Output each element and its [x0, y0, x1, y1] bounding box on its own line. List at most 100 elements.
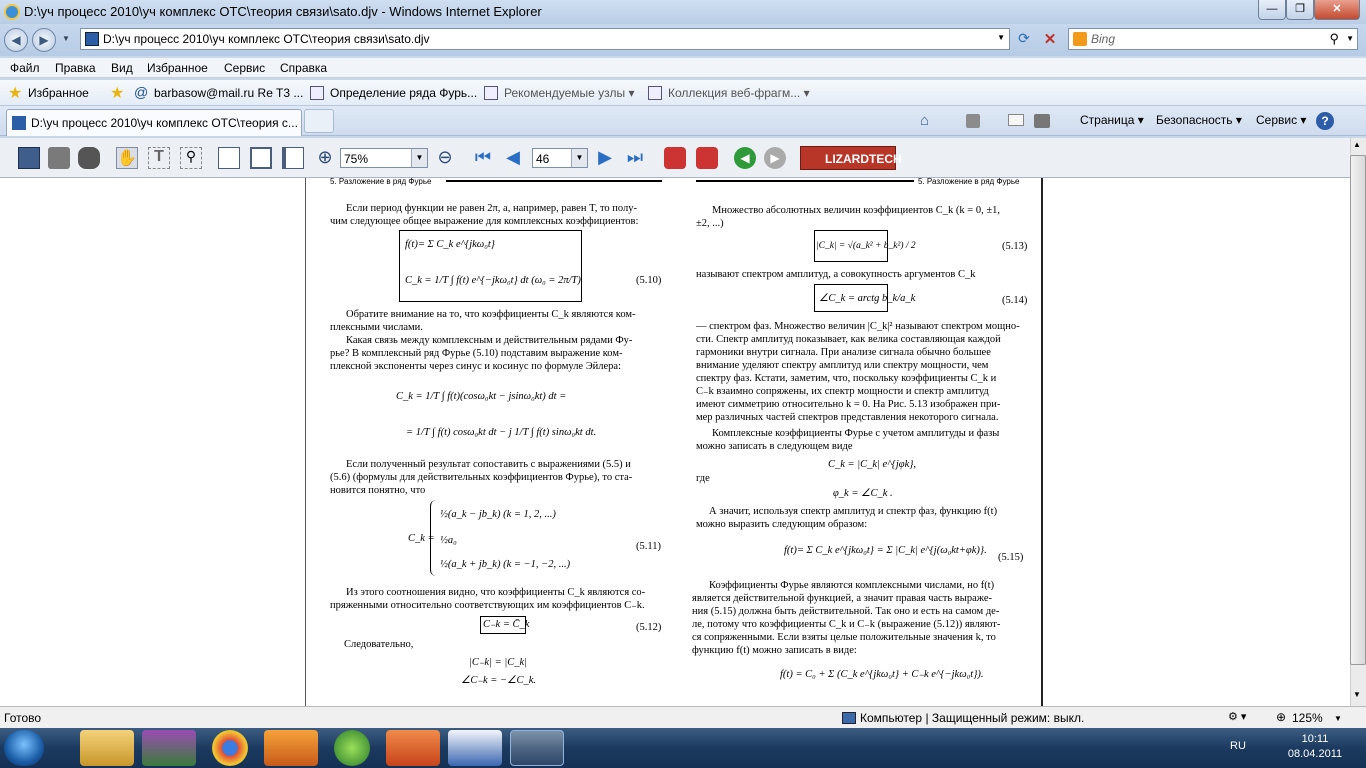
fit-width-icon[interactable]: [282, 147, 304, 169]
clock[interactable]: 10:11 08.04.2011: [1280, 732, 1350, 762]
add-favorite-icon[interactable]: ★: [110, 83, 124, 103]
forward-gray-icon[interactable]: ▶: [764, 147, 786, 169]
chevron-down-icon[interactable]: ▼: [571, 149, 587, 167]
zoom-select-icon[interactable]: ⚲: [180, 147, 202, 169]
actual-size-icon[interactable]: [218, 147, 240, 169]
media-player-taskbar-icon[interactable]: [264, 730, 318, 766]
status-text: Готово: [4, 711, 42, 725]
search-placeholder: Bing: [1091, 32, 1116, 46]
chevron-down-icon[interactable]: ▼: [411, 149, 427, 167]
formula: ½(a_k + jb_k) (k = −1, −2, ...): [440, 559, 571, 570]
equation-number: (5.11): [636, 541, 661, 552]
fav-item-webslices[interactable]: Коллекция веб-фрагм... ▾: [668, 86, 810, 100]
formula: f(t)= Σ C_k e^{jkω₀t} = Σ |C_k| e^{j(ω₀k…: [784, 545, 987, 556]
start-button[interactable]: [4, 730, 44, 766]
chrome-taskbar-icon[interactable]: [212, 730, 248, 766]
equation-number: (5.15): [998, 552, 1024, 563]
scroll-down-icon[interactable]: ▼: [1353, 690, 1361, 699]
address-dropdown-icon[interactable]: ▼: [997, 33, 1005, 42]
text-line: Если полученный результат сопоставить с …: [346, 459, 631, 470]
fav-item-mail[interactable]: barbasow@mail.ru Re T3 ...: [154, 86, 303, 100]
menu-view[interactable]: Вид: [111, 61, 133, 75]
rotate-left-icon[interactable]: [664, 147, 686, 169]
lizardtech-logo[interactable]: LIZARDTECH: [800, 146, 902, 170]
security-zone[interactable]: Компьютер | Защищенный режим: выкл.: [860, 711, 1084, 725]
maximize-button[interactable]: ❐: [1286, 0, 1314, 20]
favorites-button[interactable]: Избранное: [28, 86, 89, 100]
read-mail-icon[interactable]: [1008, 114, 1024, 126]
find-binoculars-icon[interactable]: [78, 147, 100, 169]
hand-tool-icon[interactable]: ✋: [116, 147, 138, 169]
minimize-button[interactable]: —: [1258, 0, 1286, 20]
scroll-up-icon[interactable]: ▲: [1353, 140, 1361, 149]
page-number-select[interactable]: 46 ▼: [532, 148, 588, 168]
close-button[interactable]: ✕: [1314, 0, 1360, 20]
language-indicator[interactable]: RU: [1230, 740, 1246, 752]
clock-time: 10:11: [1301, 733, 1329, 745]
search-icon[interactable]: ⚲: [1329, 31, 1339, 47]
save-icon[interactable]: [18, 147, 40, 169]
prev-page-icon[interactable]: ◀: [502, 147, 524, 169]
djvu-toolbar: ✋ T ⚲ ⊕ 75% ▼ ⊖ ⏮ ◀ 46 ▼ ▶ ⏭ ◀ ▶ LIZARDT…: [0, 138, 1366, 178]
next-page-icon[interactable]: ▶: [594, 147, 616, 169]
zoom-select[interactable]: 75% ▼: [340, 148, 428, 168]
text-select-icon[interactable]: T: [148, 147, 170, 169]
history-dropdown-icon[interactable]: ▼: [62, 34, 70, 43]
feeds-icon[interactable]: [966, 114, 980, 128]
protected-mode-icon[interactable]: ⚙ ▾: [1228, 710, 1246, 723]
refresh-icon[interactable]: ⟳: [1014, 30, 1034, 50]
first-page-icon[interactable]: ⏮: [472, 147, 494, 169]
print-icon[interactable]: [1034, 114, 1050, 128]
back-button[interactable]: ◀: [4, 28, 28, 52]
zoom-level[interactable]: 125%: [1292, 711, 1323, 725]
equation-number: (5.10): [636, 275, 662, 286]
computer-icon: [842, 712, 856, 724]
equation-number: (5.13): [1002, 241, 1028, 252]
menu-favorites[interactable]: Избранное: [147, 61, 208, 75]
address-row: ◀ ▶ ▼ D:\уч процесс 2010\уч комплекс ОТС…: [0, 24, 1366, 56]
search-box[interactable]: Bing ⚲ ▼: [1068, 28, 1358, 50]
tab-label: D:\уч процесс 2010\уч комплекс ОТС\теори…: [31, 116, 298, 130]
menu-file[interactable]: Файл: [10, 61, 40, 75]
last-page-icon[interactable]: ⏭: [624, 147, 646, 169]
text-line: функцию f(t) можно записать в виде:: [692, 645, 857, 656]
formula: C_k = |C_k| e^{jφk},: [828, 459, 917, 470]
new-tab-button[interactable]: [304, 109, 334, 133]
text-line: можно записать в следующем виде: [696, 441, 853, 452]
help-icon[interactable]: ?: [1316, 112, 1334, 130]
scroll-thumb[interactable]: [1350, 155, 1366, 665]
text-line: Обратите внимание на то, что коэффициент…: [346, 309, 636, 320]
winrar-taskbar-icon[interactable]: [142, 730, 196, 766]
chevron-down-icon[interactable]: ▼: [1334, 714, 1342, 723]
search-dropdown-icon[interactable]: ▼: [1346, 34, 1354, 43]
fav-item-suggested[interactable]: Рекомендуемые узлы ▾: [504, 86, 635, 100]
menu-help[interactable]: Справка: [280, 61, 327, 75]
tools-menu[interactable]: Сервис ▾: [1256, 113, 1306, 127]
clock-date: 08.04.2011: [1287, 748, 1343, 760]
text-line: Комплексные коэффициенты Фурье с учетом …: [712, 428, 1000, 439]
fav-item-fourier[interactable]: Определение ряда Фурь...: [330, 86, 477, 100]
stop-icon[interactable]: ✕: [1040, 30, 1060, 50]
print-icon[interactable]: [48, 147, 70, 169]
menu-edit[interactable]: Правка: [55, 61, 96, 75]
powerpoint-taskbar-icon[interactable]: [386, 730, 440, 766]
windows-media-taskbar-icon[interactable]: [334, 730, 370, 766]
forward-button[interactable]: ▶: [32, 28, 56, 52]
explorer-taskbar-icon[interactable]: [80, 730, 134, 766]
page-menu[interactable]: Страница ▾: [1080, 113, 1144, 127]
text-line: плексными числами.: [330, 322, 423, 333]
address-bar[interactable]: D:\уч процесс 2010\уч комплекс ОТС\теори…: [80, 28, 1010, 50]
tab-current[interactable]: D:\уч процесс 2010\уч комплекс ОТС\теори…: [6, 109, 302, 136]
back-green-icon[interactable]: ◀: [734, 147, 756, 169]
formula: f(t) = C₀ + Σ (C_k e^{jkω₀t} + C₋k e^{−j…: [780, 669, 984, 680]
rotate-right-icon[interactable]: [696, 147, 718, 169]
left-header: 5. Разложение в ряд Фурье: [330, 178, 432, 186]
menu-tools[interactable]: Сервис: [224, 61, 265, 75]
zoom-in-icon[interactable]: ⊕: [314, 147, 336, 169]
home-icon[interactable]: ⌂: [920, 112, 929, 129]
ie-taskbar-icon[interactable]: [510, 730, 564, 766]
fit-page-icon[interactable]: [250, 147, 272, 169]
zoom-out-icon[interactable]: ⊖: [434, 147, 456, 169]
word-taskbar-icon[interactable]: [448, 730, 502, 766]
safety-menu[interactable]: Безопасность ▾: [1156, 113, 1242, 127]
